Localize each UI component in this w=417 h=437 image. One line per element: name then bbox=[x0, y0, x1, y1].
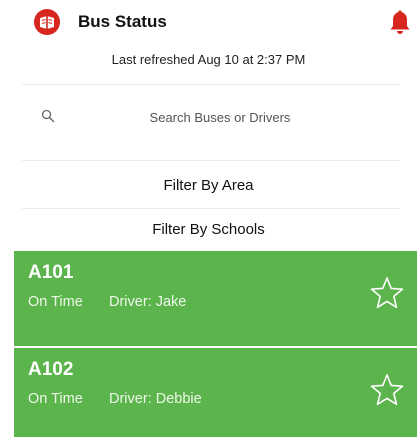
bus-id: A102 bbox=[28, 359, 74, 380]
bus-id: A101 bbox=[28, 262, 74, 283]
bus-status: On Time bbox=[28, 294, 83, 310]
filter-by-schools-button[interactable]: Filter By Schools bbox=[0, 221, 417, 238]
bus-card-a101[interactable]: A101 On Time Driver: Jake bbox=[14, 251, 417, 346]
app-logo-icon bbox=[34, 9, 60, 35]
filter-by-area-button[interactable]: Filter By Area bbox=[0, 177, 417, 194]
star-outline-icon[interactable] bbox=[369, 275, 405, 311]
page-title: Bus Status bbox=[78, 12, 167, 31]
search-icon bbox=[41, 109, 55, 123]
bus-status: On Time bbox=[28, 391, 83, 407]
app-header: Bus Status bbox=[0, 0, 417, 44]
bus-card-a102[interactable]: A102 On Time Driver: Debbie bbox=[14, 348, 417, 437]
bell-icon[interactable] bbox=[388, 10, 412, 36]
last-refreshed-text: Last refreshed Aug 10 at 2:37 PM bbox=[111, 52, 306, 67]
star-outline-icon[interactable] bbox=[369, 372, 405, 408]
search-bar[interactable] bbox=[0, 96, 417, 140]
divider bbox=[22, 160, 400, 161]
bus-driver: Driver: Jake bbox=[109, 294, 187, 310]
divider bbox=[22, 84, 400, 85]
search-input[interactable] bbox=[70, 106, 370, 128]
divider bbox=[22, 208, 400, 209]
bus-driver: Driver: Debbie bbox=[109, 391, 202, 407]
